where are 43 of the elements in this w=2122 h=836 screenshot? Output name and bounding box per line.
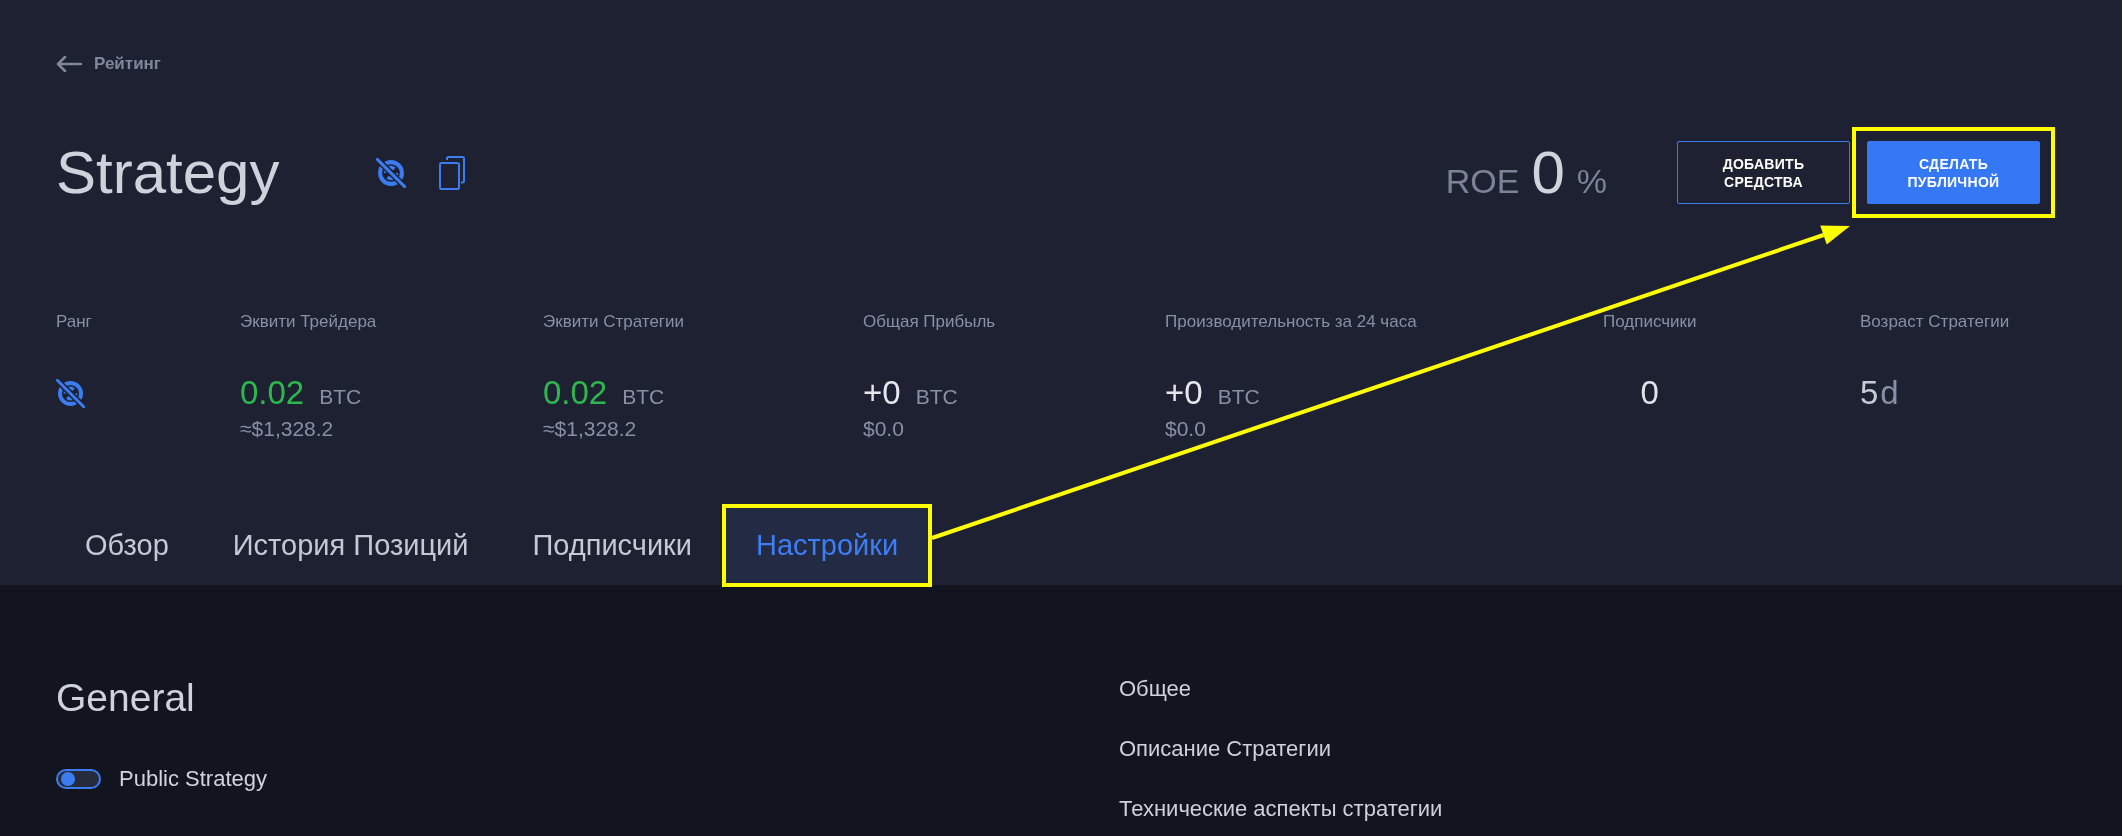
action-button[interactable]: СДЕЛАТЬ ПУБЛИЧНОЙ [1867,141,2040,204]
copy-icon[interactable] [439,155,466,190]
tab[interactable]: История Позиций [200,506,501,585]
tab[interactable]: Настройки [723,506,931,585]
stat-value: +0 [1165,373,1203,413]
stat-label: Подписчики [1603,312,1697,332]
roe-label: ROE [1445,162,1520,201]
stat-unit: BTC [915,384,958,410]
back-arrow-icon [56,56,82,72]
section-link[interactable]: Технические аспекты стратегии [1119,796,1443,822]
crossed-circle-icon [56,378,85,408]
stat-label: Производительность за 24 часа [1165,312,1417,332]
stat-subvalue: ≈$1,328.2 [543,417,637,441]
stat-unit: BTC [1217,384,1260,410]
toggle-label: Public Strategy [119,766,267,792]
stat-value: 5 [1860,373,1879,413]
back-link[interactable]: Рейтинг [56,53,161,75]
stat-unit: d [1880,373,1899,413]
tab[interactable]: Обзор [53,506,201,585]
stat-unit: BTC [622,384,665,410]
action-button[interactable]: ДОБАВИТЬ СРЕДСТВА [1677,141,1850,204]
stat-subvalue: ≈$1,328.2 [240,417,334,441]
stat-value: 0.02 [543,373,608,413]
section-link[interactable]: Описание Стратегии [1119,736,1331,762]
tab[interactable]: Подписчики [500,506,724,585]
section-link[interactable]: Общее [1119,676,1192,702]
stat-label: Эквити Трейдера [240,312,377,332]
stat-unit: BTC [319,384,362,410]
stat-value: +0 [863,373,901,413]
stat-label: Ранг [56,312,92,332]
stat-value: 0.02 [240,373,305,413]
stat-label: Возраст Стратегии [1860,312,2010,332]
stat-subvalue: $0.0 [1165,417,1206,441]
toggle-switch[interactable] [56,769,101,789]
page-title: Strategy [56,142,280,203]
stat-label: Общая Прибыль [863,312,996,332]
crossed-circle-icon [376,157,407,188]
stat-value: 0 [1640,373,1659,413]
stat-label: Эквити Стратегии [543,312,685,332]
stat-subvalue: $0.0 [863,417,904,441]
roe-value: 0 [1531,138,1565,207]
section-title: General [56,676,195,720]
roe-unit: % [1576,162,1607,201]
